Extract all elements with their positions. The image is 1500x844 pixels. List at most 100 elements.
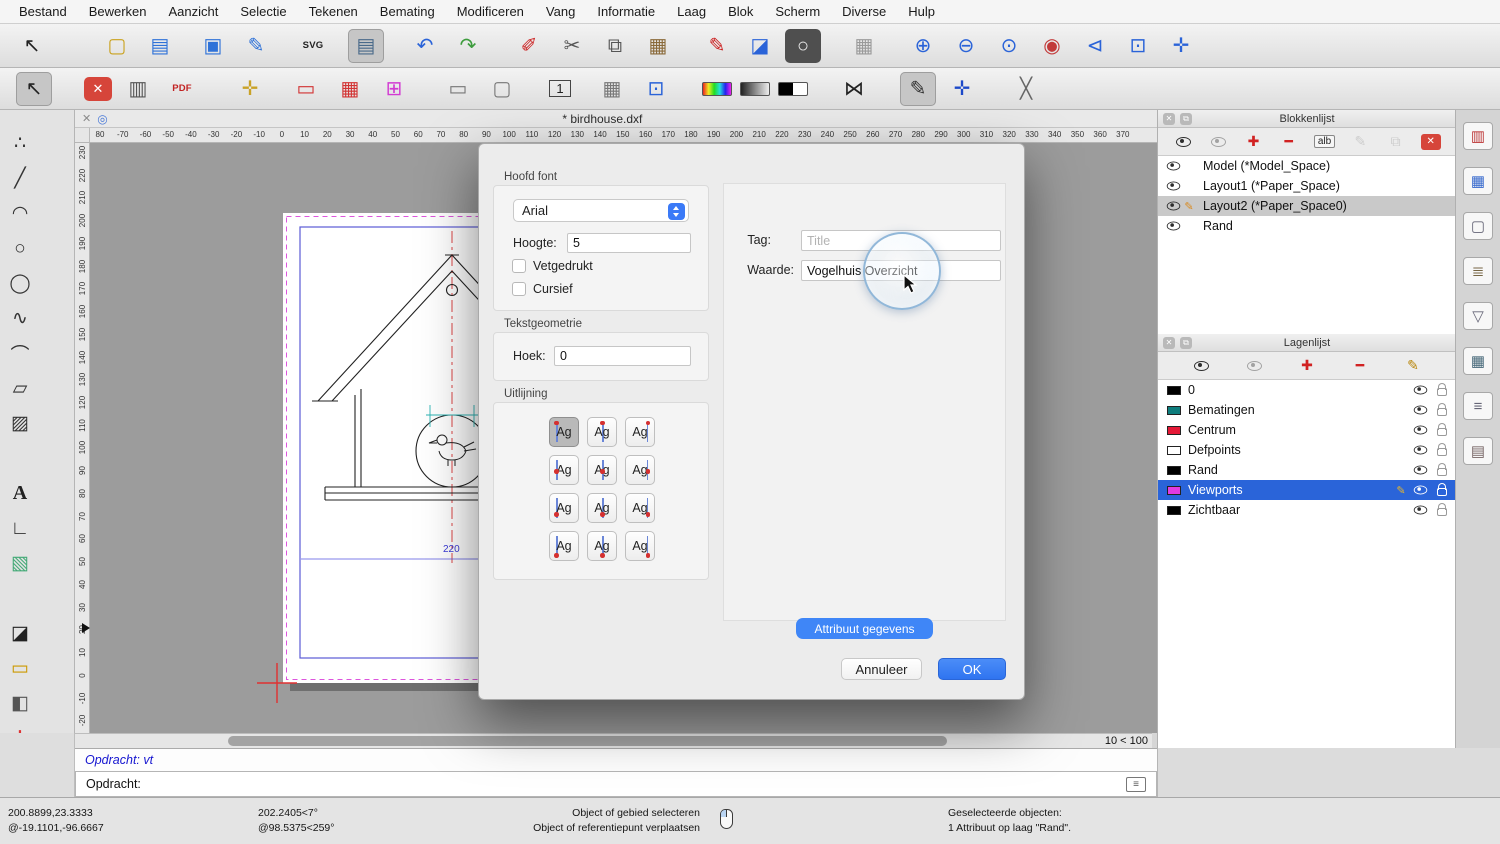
panel-matrix-icon[interactable]: ▦ — [1463, 347, 1493, 375]
alignment-option[interactable]: Ag — [587, 493, 617, 523]
attribute-data-button[interactable]: Attribuut gegevens — [796, 618, 933, 639]
svg-export-icon[interactable]: SVG — [295, 29, 331, 63]
print-preview-icon[interactable]: ▤ — [348, 29, 384, 63]
alignment-option[interactable]: Ag — [549, 417, 579, 447]
menu-item[interactable]: Vang — [535, 4, 586, 19]
text-tool-icon[interactable]: A — [3, 477, 37, 510]
rounded-rect-icon[interactable]: ▢ — [484, 72, 520, 106]
selection-mode-icon[interactable]: ◪ — [742, 29, 778, 63]
spacer[interactable] — [3, 442, 37, 475]
block-visibility-icon[interactable] — [1167, 222, 1181, 231]
block-visibility-icon[interactable] — [1167, 202, 1181, 211]
layer-list-item[interactable]: Centrum ✎ — [1158, 420, 1456, 440]
alignment-option[interactable]: Ag — [625, 455, 655, 485]
menu-item[interactable]: Hulp — [897, 4, 946, 19]
zoom-previous-icon[interactable]: ⊲ — [1077, 29, 1113, 63]
block-list-item[interactable]: ✎ Layout1 (*Paper_Space) — [1158, 176, 1456, 196]
menu-item[interactable]: Tekenen — [298, 4, 369, 19]
panel-filter-icon[interactable]: ▽ — [1463, 302, 1493, 330]
layer-lock-icon[interactable] — [1437, 408, 1447, 416]
block-visibility-icon[interactable] — [1167, 162, 1181, 171]
angle-input[interactable] — [554, 346, 691, 366]
bold-option[interactable]: Vetgedrukt — [512, 259, 593, 273]
menu-item[interactable]: Modificeren — [446, 4, 535, 19]
dev-tools-icon[interactable]: ╳ — [1008, 72, 1044, 106]
layer-list-item[interactable]: Viewports ✎ — [1158, 480, 1456, 500]
close-drawing-icon[interactable]: ✕ — [84, 77, 112, 101]
menu-item[interactable]: Blok — [717, 4, 764, 19]
circle-tool-icon[interactable]: ○ — [3, 232, 37, 265]
add-block-icon[interactable]: ✚ — [1244, 132, 1264, 152]
viewport-center-icon[interactable]: ⊞ — [376, 72, 412, 106]
menu-item[interactable]: Informatie — [586, 4, 666, 19]
alignment-option[interactable]: Ag — [549, 455, 579, 485]
panel-close-icon[interactable]: ✕ — [1163, 337, 1175, 349]
measure-tool-icon[interactable]: ▭ — [3, 652, 37, 685]
layer-lock-icon[interactable] — [1437, 388, 1447, 396]
layer-lock-icon[interactable] — [1437, 508, 1447, 516]
pointer-tool-icon[interactable]: ↖ — [16, 72, 52, 106]
layer-visibility-icon[interactable] — [1414, 426, 1428, 435]
spacer[interactable] — [3, 582, 37, 615]
polygon-tool-icon[interactable]: ▱ — [3, 372, 37, 405]
italic-option[interactable]: Cursief — [512, 282, 573, 296]
panel-detach-icon[interactable]: ⧉ — [1180, 113, 1192, 125]
alignment-option[interactable]: Ag — [549, 531, 579, 561]
layer-visibility-icon[interactable] — [1414, 386, 1428, 395]
menu-item[interactable]: Bemating — [369, 4, 446, 19]
block-list-item[interactable]: ✎ Layout2 (*Paper_Space0) — [1158, 196, 1456, 216]
dropdown-stepper-icon[interactable] — [668, 203, 685, 220]
view-zoom-icon[interactable]: ◎ — [97, 112, 107, 126]
horizontal-scrollbar[interactable] — [75, 733, 1090, 748]
alignment-option[interactable]: Ag — [587, 417, 617, 447]
wipeout-pen-icon[interactable]: ✐ — [511, 29, 547, 63]
duplicate-block-icon[interactable]: ⧉ — [1386, 132, 1406, 152]
block-list-item[interactable]: ✎ Model (*Model_Space) — [1158, 156, 1456, 176]
panel-blocklist-icon[interactable]: ≣ — [1463, 257, 1493, 285]
remove-block-icon[interactable]: ━ — [1279, 132, 1299, 152]
edit-block-icon[interactable]: ✎ — [1350, 132, 1370, 152]
show-block-icon[interactable] — [1173, 132, 1193, 152]
arc-tool-icon[interactable]: ◠ — [3, 197, 37, 230]
panel-properties-icon[interactable]: ▥ — [1463, 122, 1493, 150]
close-view-icon[interactable]: ✕ — [82, 112, 91, 125]
selection-arrow-icon[interactable]: ↖ — [14, 29, 50, 63]
delete-block-icon[interactable]: ✕ — [1421, 134, 1441, 150]
panel-library-icon[interactable]: ▦ — [1463, 167, 1493, 195]
show-layer-icon[interactable] — [1191, 356, 1211, 376]
point-tool-icon[interactable]: ∴ — [3, 127, 37, 160]
hide-layer-icon[interactable] — [1244, 356, 1264, 376]
font-dropdown[interactable]: Arial — [513, 199, 689, 222]
grid-dots-icon[interactable]: ▦ — [846, 29, 882, 63]
layer-lock-icon[interactable] — [1437, 428, 1447, 436]
block-visibility-icon[interactable] — [1167, 182, 1181, 191]
panel-close-icon[interactable]: ✕ — [1163, 113, 1175, 125]
hatch-tool-icon[interactable]: ▨ — [3, 407, 37, 440]
redo-icon[interactable]: ↷ — [450, 29, 486, 63]
cut-icon[interactable]: ✂ — [554, 29, 590, 63]
spline-tool-icon[interactable]: ∿ — [3, 302, 37, 335]
solid-fill-tool-icon[interactable]: ◪ — [3, 617, 37, 650]
edit-layer-icon[interactable]: ✎ — [1403, 356, 1423, 376]
layer-lock-icon[interactable] — [1437, 468, 1447, 476]
alignment-option[interactable]: Ag — [549, 493, 579, 523]
hide-block-icon[interactable] — [1208, 132, 1228, 152]
scrollbar-thumb[interactable] — [228, 736, 947, 746]
image-tool-icon[interactable]: ▧ — [3, 547, 37, 580]
layer-list-item[interactable]: 0 ✎ — [1158, 380, 1456, 400]
zoom-window-icon[interactable]: ⊡ — [1120, 29, 1156, 63]
layer-visibility-icon[interactable] — [1414, 506, 1428, 515]
menu-item[interactable]: Selectie — [229, 4, 297, 19]
pan-hand-icon[interactable]: ✛ — [232, 72, 268, 106]
undo-icon[interactable]: ↶ — [407, 29, 443, 63]
save-icon[interactable]: ▣ — [195, 29, 231, 63]
layer-list-item[interactable]: Rand ✎ — [1158, 460, 1456, 480]
zoom-selection-icon[interactable]: ◉ — [1034, 29, 1070, 63]
zoom-page-icon[interactable]: ⊡ — [638, 72, 674, 106]
alignment-option[interactable]: Ag — [625, 531, 655, 561]
rename-block-icon[interactable]: alb — [1314, 132, 1335, 152]
mirror-icon[interactable]: ⋈ — [836, 72, 872, 106]
menu-item[interactable]: Bestand — [8, 4, 78, 19]
layer-list-item[interactable]: Defpoints ✎ — [1158, 440, 1456, 460]
ok-button[interactable]: OK — [938, 658, 1006, 680]
